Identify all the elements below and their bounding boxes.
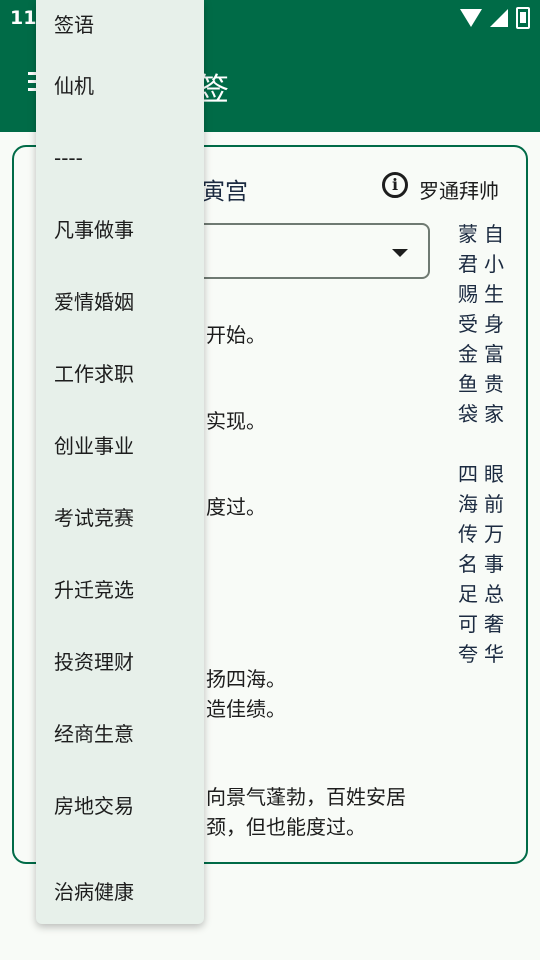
menu-item[interactable]: 升迁竞选 <box>36 554 204 626</box>
poem-char: 富 <box>484 342 504 366</box>
dropdown-arrow-icon[interactable] <box>392 249 408 257</box>
poem-char: 家 <box>484 402 504 426</box>
poem-char: 眼 <box>484 462 504 486</box>
poem-char: 海 <box>458 492 478 516</box>
menu-item[interactable]: 投资理财 <box>36 626 204 698</box>
menu-item[interactable]: 工作求职 <box>36 338 204 410</box>
menu-item[interactable]: 仙机 <box>36 50 204 122</box>
poem-char: 鱼 <box>458 372 478 396</box>
god-name[interactable]: 罗通拜帅 <box>419 175 499 204</box>
poem-char: 蒙 <box>458 222 478 246</box>
poem-char: 四 <box>458 462 478 486</box>
poem-char: 赐 <box>458 282 478 306</box>
poem-char: 生 <box>484 282 504 306</box>
poem-char: 身 <box>484 312 504 336</box>
poem-char: 华 <box>484 642 504 666</box>
menu-item[interactable]: 房地交易 <box>36 770 204 842</box>
poem-char: 事 <box>484 552 504 576</box>
menu-item[interactable]: 爱情婚姻 <box>36 266 204 338</box>
category-menu[interactable]: 签语 仙机 ---- 凡事做事 爱情婚姻 工作求职 创业事业 考试竞赛 升迁竞选… <box>36 0 204 924</box>
menu-item[interactable]: 考试竞赛 <box>36 482 204 554</box>
poem-char: 前 <box>484 492 504 516</box>
poem-char <box>482 429 506 459</box>
poem-char: 总 <box>484 582 504 606</box>
menu-item[interactable]: 治病健康 <box>36 842 204 902</box>
poem-char: 可 <box>458 612 478 636</box>
poem-char: 袋 <box>458 402 478 426</box>
text-line: 度过。 <box>206 495 266 519</box>
menu-item[interactable]: ---- <box>36 122 204 194</box>
signal-icon <box>490 9 508 27</box>
poem-char: 小 <box>484 252 504 276</box>
battery-icon <box>516 7 530 29</box>
poem-char: 万 <box>484 522 504 546</box>
menu-item[interactable]: 经商生意 <box>36 698 204 770</box>
poem-char: 奢 <box>484 612 504 636</box>
menu-item[interactable]: 签语 <box>36 0 204 50</box>
palace-label: 寅宫 <box>202 179 248 205</box>
poem-char: 名 <box>458 552 478 576</box>
text-line: 实现。 <box>206 409 266 433</box>
status-icons <box>460 7 530 29</box>
poem-column-left: 蒙君赐受金鱼袋四海传名足可夸 <box>456 219 480 669</box>
poem-char: 足 <box>458 582 478 606</box>
text-line: 开始。 <box>206 323 266 347</box>
poem-char: 君 <box>458 252 478 276</box>
poem-char: 受 <box>458 312 478 336</box>
poem-char: 夸 <box>458 642 478 666</box>
text-line: 扬四海。 <box>206 667 286 691</box>
poem-char: 传 <box>458 522 478 546</box>
info-icon[interactable]: i <box>382 172 408 198</box>
text-line: 颈，但也能度过。 <box>206 815 366 839</box>
text-line: 向景气蓬勃，百姓安居 <box>206 785 406 809</box>
poem-column-right: 自小生身富贵家眼前万事总奢华 <box>482 219 506 669</box>
menu-item[interactable]: 创业事业 <box>36 410 204 482</box>
menu-item[interactable]: 凡事做事 <box>36 194 204 266</box>
poem-char: 金 <box>458 342 478 366</box>
poem-char: 自 <box>484 222 504 246</box>
poem-char: 贵 <box>484 372 504 396</box>
wifi-icon <box>460 9 482 27</box>
poem-char <box>456 429 480 459</box>
text-line: 造佳绩。 <box>206 697 286 721</box>
